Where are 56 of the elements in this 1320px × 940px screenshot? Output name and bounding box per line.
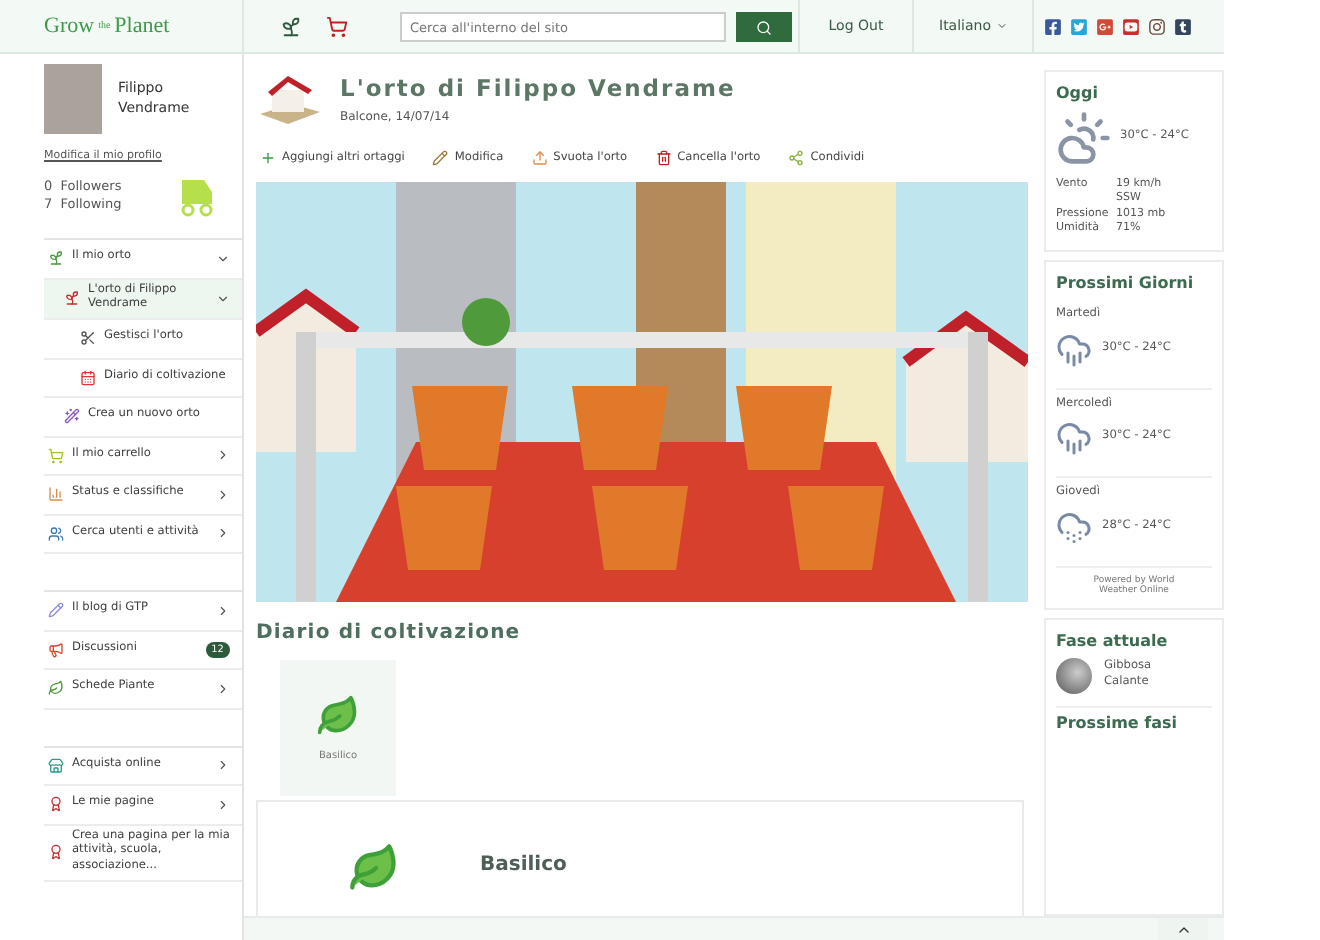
chevron-right-icon (216, 797, 230, 812)
panel-heading: Prossime fasi (1056, 714, 1179, 733)
nav-icon (80, 369, 96, 386)
cart-icon[interactable] (326, 15, 348, 37)
leaf-icon (348, 842, 400, 894)
upload-icon (531, 150, 548, 166)
cloud-rain-icon (1056, 331, 1092, 367)
search-icon (756, 19, 772, 35)
tumblr-icon[interactable] (1174, 17, 1192, 35)
panel-heading: Oggi (1056, 84, 1100, 102)
chevron-right-icon (216, 758, 230, 773)
google-plus-icon[interactable] (1096, 17, 1114, 35)
plant-title: Basilico (480, 854, 567, 876)
sprout-icon[interactable] (280, 15, 302, 37)
nav-icon (48, 757, 64, 774)
chevron-right-icon (216, 681, 230, 696)
twitter-icon[interactable] (1070, 17, 1088, 35)
house-icon (256, 70, 324, 126)
nav-icon (48, 796, 64, 813)
nav-icon (48, 680, 64, 697)
section-heading: Diario di coltivazione (256, 622, 523, 644)
nav-icon (48, 602, 64, 619)
cloud-sun-icon (1056, 110, 1112, 166)
instagram-icon[interactable] (1148, 17, 1166, 35)
nav-icon (64, 290, 80, 307)
leaf-icon (316, 694, 360, 738)
pencil-icon (432, 150, 449, 166)
cloud-snow-icon (1056, 510, 1092, 547)
chevron-right-icon (216, 487, 230, 502)
nav-icon (48, 250, 64, 267)
plus-icon (260, 150, 276, 166)
nav-icon (80, 330, 96, 347)
chevron-down-icon (995, 20, 1007, 32)
moon-icon (1056, 658, 1092, 695)
nav-icon (48, 447, 64, 464)
share-icon (788, 150, 805, 166)
cloud-rain-icon (1056, 420, 1092, 457)
chevron-right-icon (216, 448, 230, 463)
nav-icon (48, 844, 64, 861)
nav-icon (48, 486, 64, 503)
garden-title: L'orto di Filippo Vendrame (340, 73, 736, 101)
youtube-icon[interactable] (1122, 17, 1140, 35)
photo-placeholder (44, 64, 102, 134)
trash-icon (655, 150, 672, 166)
nav-icon (48, 641, 64, 658)
stroller-icon (178, 174, 218, 218)
chevron-down-icon (216, 291, 230, 306)
search-button[interactable] (736, 12, 792, 42)
nav-icon (64, 408, 80, 425)
chevron-right-icon (216, 526, 230, 541)
chevron-down-icon (216, 251, 230, 266)
panel-heading: Prossimi Giorni (1056, 273, 1196, 292)
facebook-icon[interactable] (1044, 17, 1062, 35)
chevron-right-icon (216, 603, 230, 618)
panel-heading: Fase attuale (1056, 632, 1170, 651)
nav-icon (48, 525, 64, 542)
